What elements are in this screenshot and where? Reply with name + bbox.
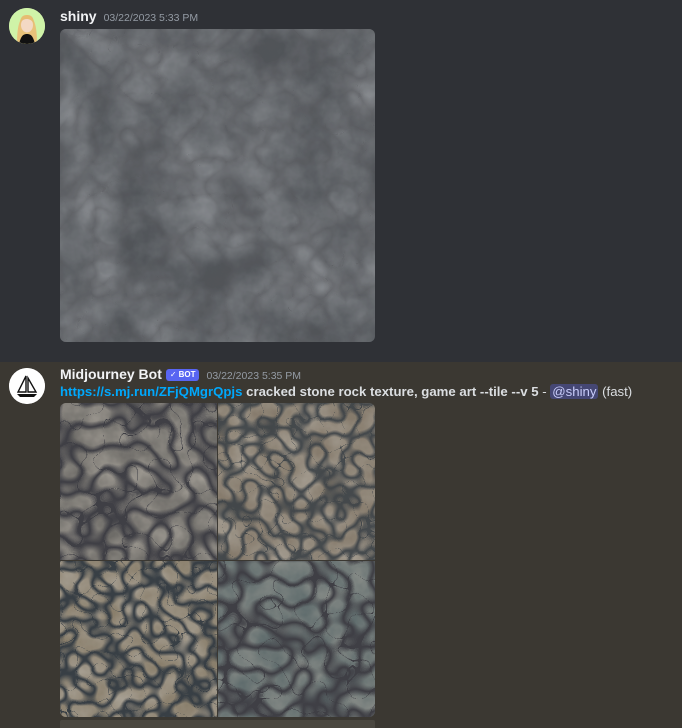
stone-texture-image[interactable]	[60, 29, 375, 342]
user-avatar-icon	[9, 8, 45, 44]
message-shiny: shiny 03/22/2023 5:33 PM	[0, 0, 682, 362]
user-mention[interactable]: @shiny	[550, 384, 599, 399]
sailboat-icon	[9, 368, 45, 404]
checkmark-icon: ✓	[169, 370, 177, 379]
action-row-edge	[60, 720, 375, 728]
speed-label: (fast)	[602, 384, 633, 399]
message-content: https://s.mj.run/ZFjQMgrQpjs cracked sto…	[60, 384, 632, 399]
message-header: shiny 03/22/2023 5:33 PM	[60, 8, 198, 24]
grid-tile-1[interactable]	[60, 403, 217, 560]
stone-texture-icon	[60, 29, 375, 342]
message-header: Midjourney Bot ✓ BOT 03/22/2023 5:35 PM	[60, 366, 301, 383]
prompt-link[interactable]: https://s.mj.run/ZFjQMgrQpjs	[60, 384, 242, 399]
timestamp: 03/22/2023 5:35 PM	[206, 370, 302, 382]
grid-tile-2[interactable]	[218, 403, 375, 560]
bot-badge: ✓ BOT	[165, 368, 200, 381]
prompt-text: cracked stone rock texture, game art --t…	[246, 384, 539, 399]
image-grid[interactable]	[60, 403, 375, 717]
username[interactable]: shiny	[60, 8, 97, 24]
message-midjourney-bot: Midjourney Bot ✓ BOT 03/22/2023 5:35 PM …	[0, 362, 682, 728]
image-grid-icon	[60, 403, 375, 717]
user-avatar[interactable]	[9, 8, 45, 44]
username[interactable]: Midjourney Bot	[60, 366, 162, 382]
bot-avatar[interactable]	[9, 368, 45, 404]
grid-tile-4[interactable]	[218, 561, 375, 717]
separator: -	[538, 384, 551, 399]
bot-badge-label: BOT	[178, 370, 196, 379]
timestamp: 03/22/2023 5:33 PM	[103, 12, 199, 24]
grid-tile-3[interactable]	[60, 561, 217, 717]
